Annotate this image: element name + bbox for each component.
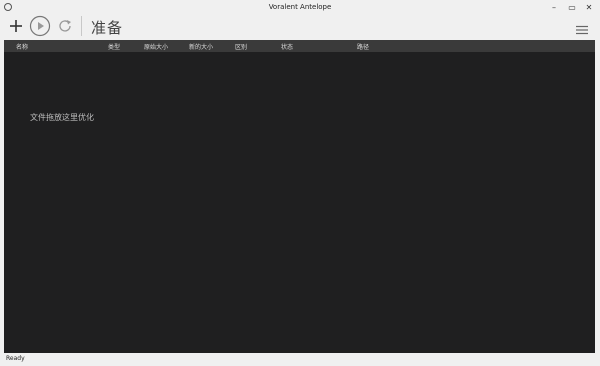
- status-text: Ready: [6, 355, 25, 362]
- status-title: 准备: [91, 19, 124, 37]
- drop-hint: 文件拖放这里优化: [30, 113, 94, 122]
- column-header-type[interactable]: 类型: [108, 42, 120, 51]
- column-header-difference[interactable]: 区别: [235, 42, 247, 51]
- minimize-icon: –: [552, 3, 556, 12]
- minimize-button[interactable]: –: [547, 2, 561, 14]
- column-header-path[interactable]: 路径: [357, 42, 369, 51]
- close-icon: ✕: [585, 3, 593, 12]
- hamburger-menu-icon: [576, 25, 588, 35]
- play-icon: [29, 15, 51, 37]
- toolbar-separator: [81, 16, 82, 36]
- add-button[interactable]: [8, 18, 24, 40]
- list-header: 名称 类型 原始大小 新的大小 区别 状态 路径: [4, 40, 595, 52]
- column-header-status[interactable]: 状态: [281, 42, 293, 51]
- status-bar: Ready: [0, 353, 600, 366]
- refresh-icon: [59, 20, 71, 32]
- plus-icon: [10, 20, 22, 32]
- column-header-original-size[interactable]: 原始大小: [144, 42, 168, 51]
- file-drop-area[interactable]: 文件拖放这里优化: [4, 52, 595, 353]
- window-title: Voralent Antelope: [268, 3, 332, 11]
- close-button[interactable]: ✕: [582, 2, 596, 14]
- refresh-button[interactable]: [57, 18, 73, 40]
- start-button[interactable]: [29, 15, 51, 37]
- menu-button[interactable]: [576, 20, 588, 39]
- title-bar: Voralent Antelope – ▭ ✕: [0, 0, 600, 16]
- column-header-name[interactable]: 名称: [16, 42, 28, 51]
- column-header-new-size[interactable]: 新的大小: [189, 42, 213, 51]
- maximize-button[interactable]: ▭: [565, 2, 579, 14]
- toolbar: 准备: [0, 15, 600, 40]
- maximize-icon: ▭: [568, 3, 576, 12]
